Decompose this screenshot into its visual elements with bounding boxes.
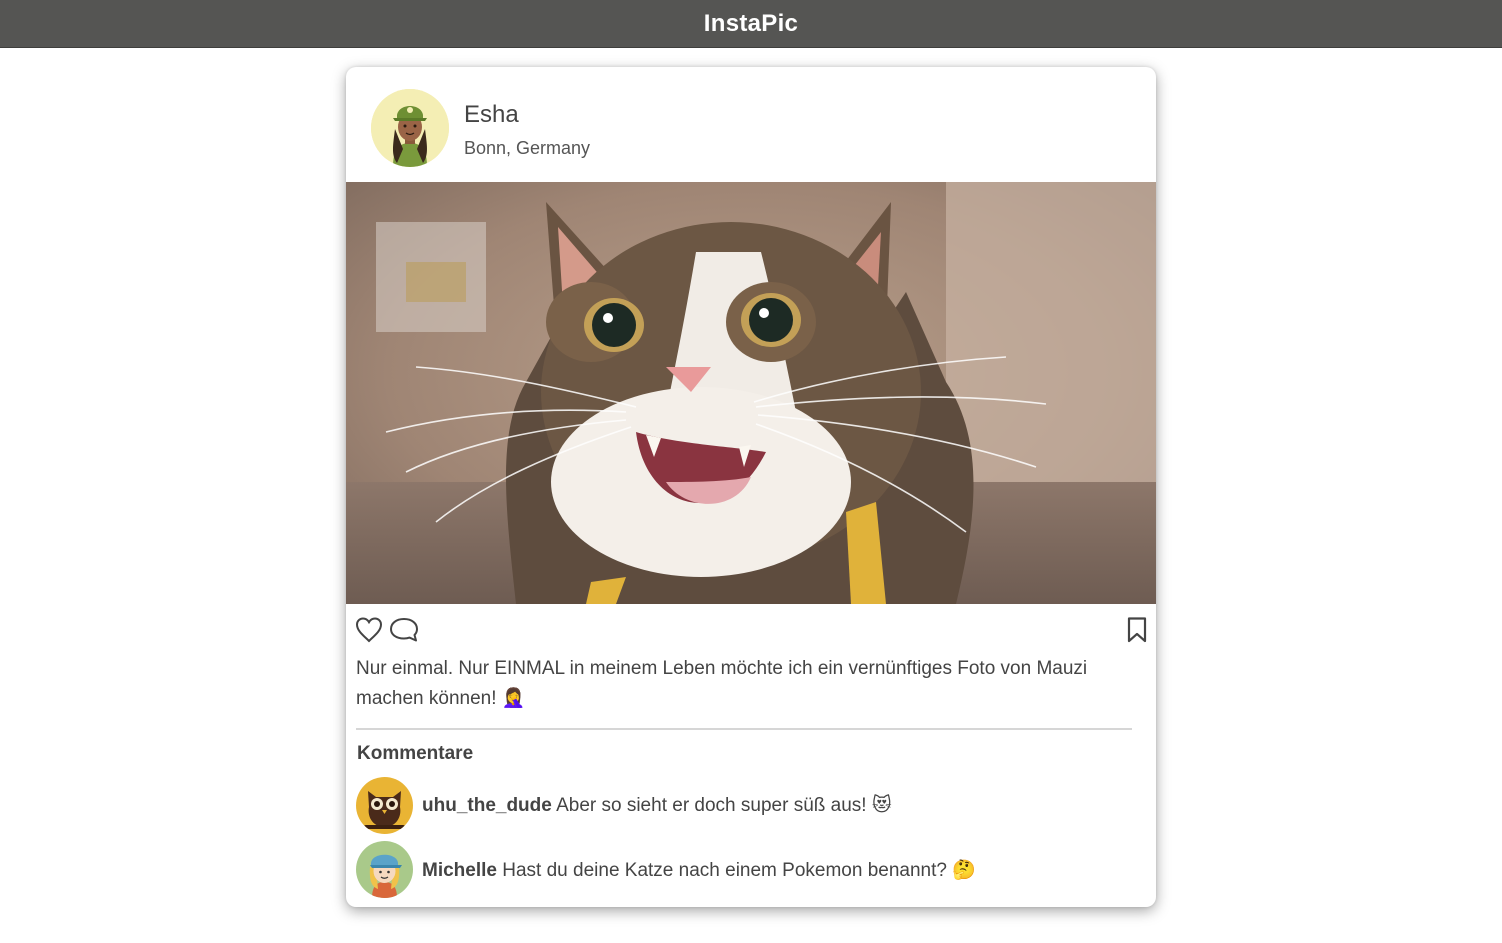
post-header: Esha Bonn, Germany bbox=[346, 67, 1156, 182]
comment-item: Michelle Hast du deine Katze nach einem … bbox=[356, 841, 1136, 899]
comment-username[interactable]: uhu_the_dude bbox=[422, 795, 552, 816]
post-photo[interactable] bbox=[346, 182, 1156, 604]
comment-body: Hast du deine Katze nach einem Pokemon b… bbox=[502, 860, 976, 881]
comment-item: uhu_the_dude Aber so sieht er doch super… bbox=[356, 777, 1136, 835]
comments-heading: Kommentare bbox=[357, 743, 474, 764]
app-title: InstaPic bbox=[703, 9, 799, 37]
post-actions bbox=[346, 615, 1156, 651]
comment-username[interactable]: Michelle bbox=[422, 860, 497, 881]
comment-text: uhu_the_dude Aber so sieht er doch super… bbox=[422, 794, 892, 817]
comment-bubble-icon[interactable] bbox=[388, 615, 420, 647]
heart-icon[interactable] bbox=[354, 615, 386, 647]
post-location: Bonn, Germany bbox=[464, 138, 591, 158]
avatar[interactable] bbox=[371, 89, 449, 167]
comment-text: Michelle Hast du deine Katze nach einem … bbox=[422, 858, 976, 882]
post-caption: Nur einmal. Nur EINMAL in meinem Leben m… bbox=[356, 658, 1088, 709]
app-header: InstaPic bbox=[0, 0, 1502, 48]
avatar[interactable] bbox=[356, 841, 413, 898]
divider bbox=[356, 728, 1132, 730]
post-card: Esha Bonn, Germany Nur einmal. Nur EINMA… bbox=[346, 67, 1156, 907]
bookmark-icon[interactable] bbox=[1122, 615, 1154, 647]
avatar[interactable] bbox=[356, 777, 413, 834]
comment-body: Aber so sieht er doch super süß aus! 😻 bbox=[556, 795, 892, 816]
post-author-name[interactable]: Esha bbox=[464, 101, 519, 129]
